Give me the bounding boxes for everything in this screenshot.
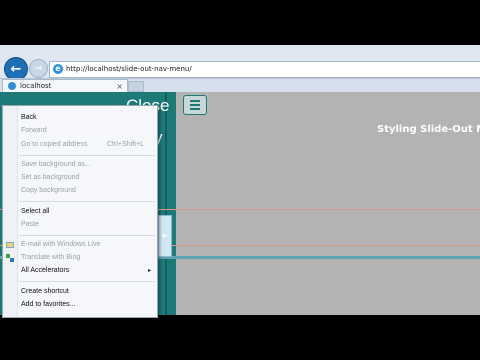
context-menu-gutter [3,106,18,317]
menu-icon-bar [190,100,200,102]
menu-item-add-to-favorites[interactable]: Add to favorites... [21,300,75,310]
hamburger-menu-button[interactable] [183,95,207,115]
windows-live-mail-icon [6,242,14,248]
browser-toolbar: ← → e http://localhost/slide-out-nav-men… [0,45,480,93]
menu-item-all-accelerators[interactable]: All Accelerators [21,266,69,276]
menu-separator [19,201,155,202]
menu-separator [19,235,155,236]
menu-item-email-windows-live: E-mail with Windows Live [21,241,101,248]
arrow-right-icon: → [34,63,43,74]
page-heading: Styling Slide-Out M [377,124,480,135]
arrow-left-icon: ← [10,61,22,77]
menu-item-go-to-copied-address: Go to copied address [21,141,88,148]
menu-item-paste: Paste [21,221,39,228]
menu-item-shortcut: Ctrl+Shift+L [107,141,144,148]
menu-item-copy-background: Copy background [21,187,76,194]
new-tab-button[interactable] [128,81,144,92]
ie-icon: e [53,64,63,74]
menu-item-save-background: Save background as... [21,161,91,168]
submenu-arrow-icon: ▸ [148,268,152,274]
menu-item-select-all[interactable]: Select all [21,207,49,217]
menu-item-forward: Forward [21,127,47,134]
url-text[interactable]: http://localhost/slide-out-nav-menu/ [66,63,192,76]
menu-item-create-shortcut[interactable]: Create shortcut [21,287,69,297]
chevron-right-icon: ▸ [162,231,168,241]
menu-icon-bar [190,104,200,106]
tab-localhost[interactable]: localhost × [2,79,128,93]
ie-icon [8,82,16,90]
menu-item-translate-bing: Translate with Bing [21,254,81,261]
context-menu: Back Forward Go to copied address Ctrl+S… [2,105,158,318]
menu-separator [19,281,155,282]
forward-button[interactable]: → [29,59,48,78]
tab-bar: localhost × [0,78,480,93]
bing-translate-icon [6,254,14,262]
nav-panel-edge [165,92,167,315]
menu-separator [19,155,155,156]
menu-item-set-as-background: Set as background [21,174,80,181]
menu-icon-bar [190,108,200,110]
menu-item-back[interactable]: Back [21,113,37,123]
address-bar[interactable]: e http://localhost/slide-out-nav-menu/ [49,61,480,78]
slide-handle[interactable]: ▸ [158,215,172,257]
